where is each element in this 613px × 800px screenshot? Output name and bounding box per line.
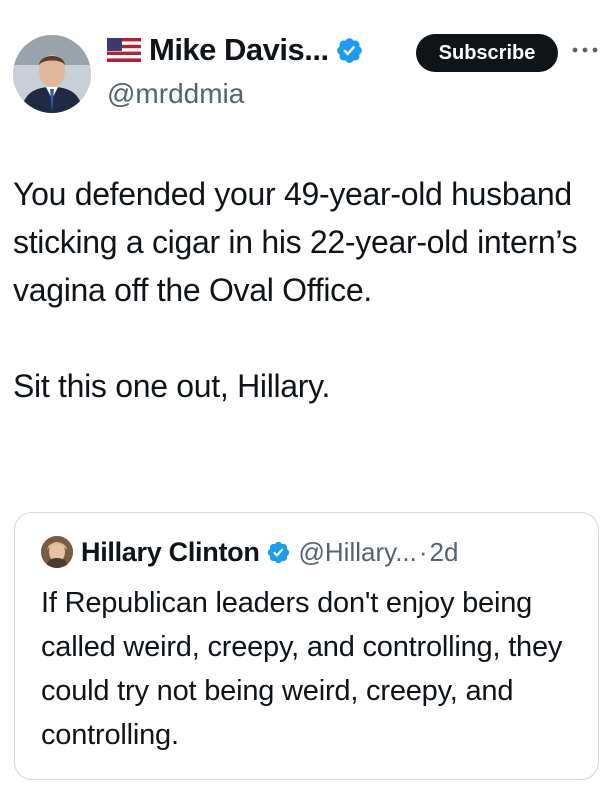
more-icon[interactable] xyxy=(570,40,600,60)
us-flag-icon xyxy=(107,38,141,62)
quoted-tweet-header: Hillary Clinton @Hillary... · 2d xyxy=(41,533,458,571)
quoted-author-avatar xyxy=(41,536,73,568)
quoted-tweet-card[interactable]: Hillary Clinton @Hillary... · 2d If Repu… xyxy=(14,512,599,780)
tweet-text: You defended your 49-year-old husband st… xyxy=(13,170,603,410)
author-name-row[interactable]: Mike Davis... xyxy=(107,28,364,72)
verified-badge-icon xyxy=(335,36,364,65)
dot-separator: · xyxy=(418,536,428,567)
author-handle[interactable]: @mrddmia xyxy=(107,78,244,110)
quoted-tweet-time[interactable]: 2d xyxy=(430,537,459,568)
author-avatar[interactable] xyxy=(13,35,91,113)
tweet-paragraph: You defended your 49-year-old husband st… xyxy=(13,176,578,308)
quoted-tweet-text: If Republican leaders don't enjoy being … xyxy=(41,587,563,751)
tweet-header: Mike Davis... @mrddmia Subscribe xyxy=(0,0,613,120)
subscribe-button[interactable]: Subscribe xyxy=(416,34,558,72)
tweet-paragraph: Sit this one out, Hillary. xyxy=(13,368,331,404)
quoted-author-handle[interactable]: @Hillary... xyxy=(299,537,417,568)
author-display-name[interactable]: Mike Davis... xyxy=(149,32,329,68)
quoted-verified-badge-icon xyxy=(266,540,291,565)
quoted-author-name[interactable]: Hillary Clinton xyxy=(81,537,260,568)
